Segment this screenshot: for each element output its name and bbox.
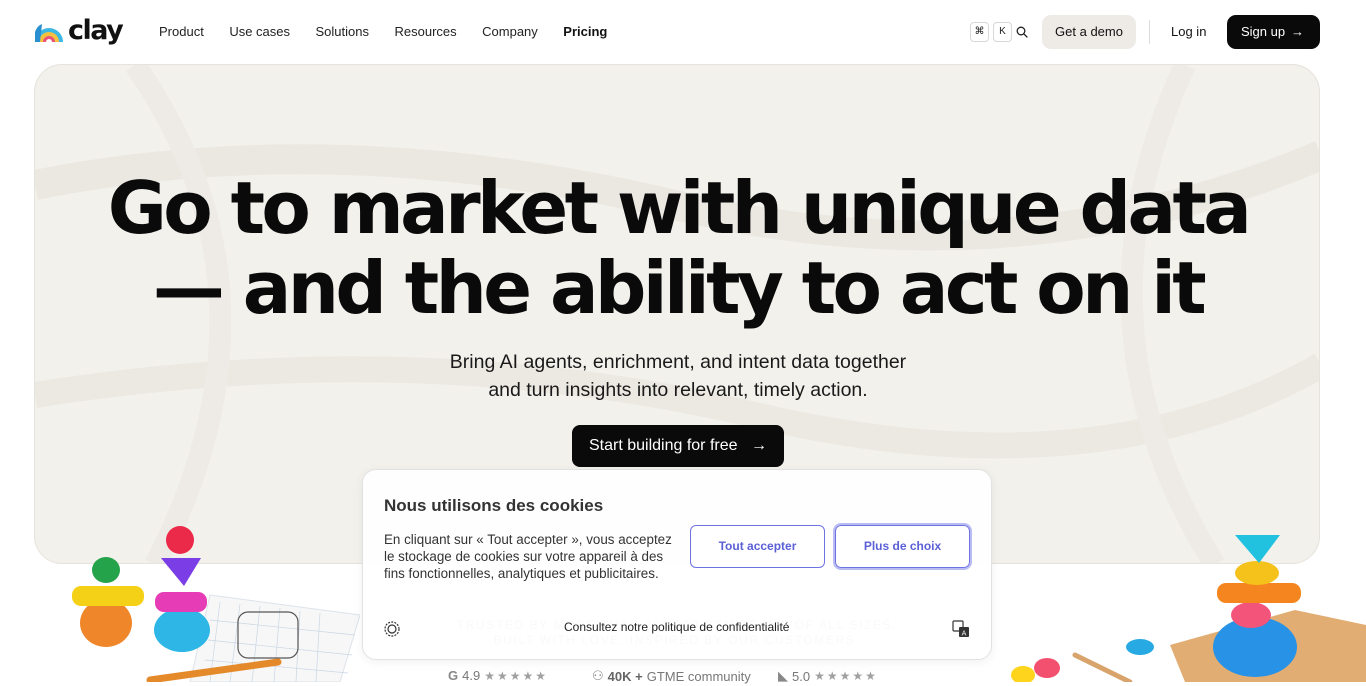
svg-text:A: A	[962, 630, 967, 638]
menu-item-use-cases[interactable]: Use cases	[229, 24, 290, 40]
arrow-right-icon: →	[751, 437, 767, 454]
headline-line-2: — and the ability to act on it	[152, 246, 1207, 330]
ratings-row: G 4.9 ★★★★★ ⚇ 40K + GTME community ◣ 5.0…	[448, 668, 908, 686]
top-navigation: clay Product Use cases Solutions Resourc…	[0, 0, 1366, 64]
search-icon[interactable]	[1016, 26, 1028, 38]
brand-name: clay	[68, 15, 124, 46]
start-building-label: Start building for free	[589, 437, 738, 454]
nav-divider	[1149, 20, 1150, 44]
hero-subheading: Bring AI agents, enrichment, and intent …	[35, 348, 1319, 404]
menu-item-company[interactable]: Company	[482, 24, 538, 40]
menu-item-resources[interactable]: Resources	[395, 24, 457, 40]
more-choices-button[interactable]: Plus de choix	[833, 523, 972, 570]
main-menu: Product Use cases Solutions Resources Co…	[159, 24, 633, 40]
translate-icon[interactable]: A	[952, 620, 970, 638]
start-building-button[interactable]: Start building for free →	[572, 425, 784, 467]
rating-community-value: 40K +	[607, 668, 643, 684]
clay-stack-left-illustration	[72, 526, 360, 682]
sign-up-label: Sign up	[1241, 24, 1286, 39]
headline-line-1: Go to market with unique data	[107, 166, 1252, 250]
rating-g2: G 4.9 ★★★★★	[448, 668, 548, 683]
privacy-policy-link[interactable]: Consultez notre politique de confidentia…	[564, 619, 789, 635]
cookie-settings-icon[interactable]	[383, 620, 401, 638]
rating-capterra-stars: ★★★★★	[814, 669, 878, 683]
sign-up-button[interactable]: Sign up →	[1227, 15, 1320, 49]
menu-item-pricing[interactable]: Pricing	[563, 24, 607, 40]
rating-capterra-value: 5.0	[792, 668, 811, 684]
accept-all-cookies-button[interactable]: Tout accepter	[690, 525, 825, 568]
rating-community-text: GTME community	[646, 668, 751, 684]
g2-icon: G	[448, 668, 459, 683]
log-in-link[interactable]: Log in	[1171, 24, 1206, 40]
arrow-right-icon: →	[1291, 24, 1304, 39]
menu-item-solutions[interactable]: Solutions	[316, 24, 369, 40]
clay-logo[interactable]: clay	[34, 15, 124, 46]
rating-g2-stars: ★★★★★	[484, 668, 548, 683]
cookie-description: En cliquant sur « Tout accepter », vous …	[384, 532, 672, 581]
get-a-demo-button[interactable]: Get a demo	[1042, 15, 1136, 49]
clay-stack-right-illustration	[1011, 535, 1366, 682]
rainbow-logo-icon	[35, 24, 63, 42]
subhead-line-1: Bring AI agents, enrichment, and intent …	[449, 351, 907, 373]
menu-item-product[interactable]: Product	[159, 24, 204, 40]
k-key-badge[interactable]: K	[993, 22, 1012, 42]
command-key-badge[interactable]: ⌘	[970, 22, 989, 42]
cookie-title: Nous utilisons des cookies	[384, 496, 604, 515]
cookie-consent-banner: Nous utilisons des cookies En cliquant s…	[362, 469, 992, 660]
subhead-line-2: and turn insights into relevant, timely …	[488, 379, 868, 401]
hero-headline: Go to market with unique data — and the …	[35, 166, 1319, 330]
rating-g2-value: 4.9	[462, 668, 481, 683]
